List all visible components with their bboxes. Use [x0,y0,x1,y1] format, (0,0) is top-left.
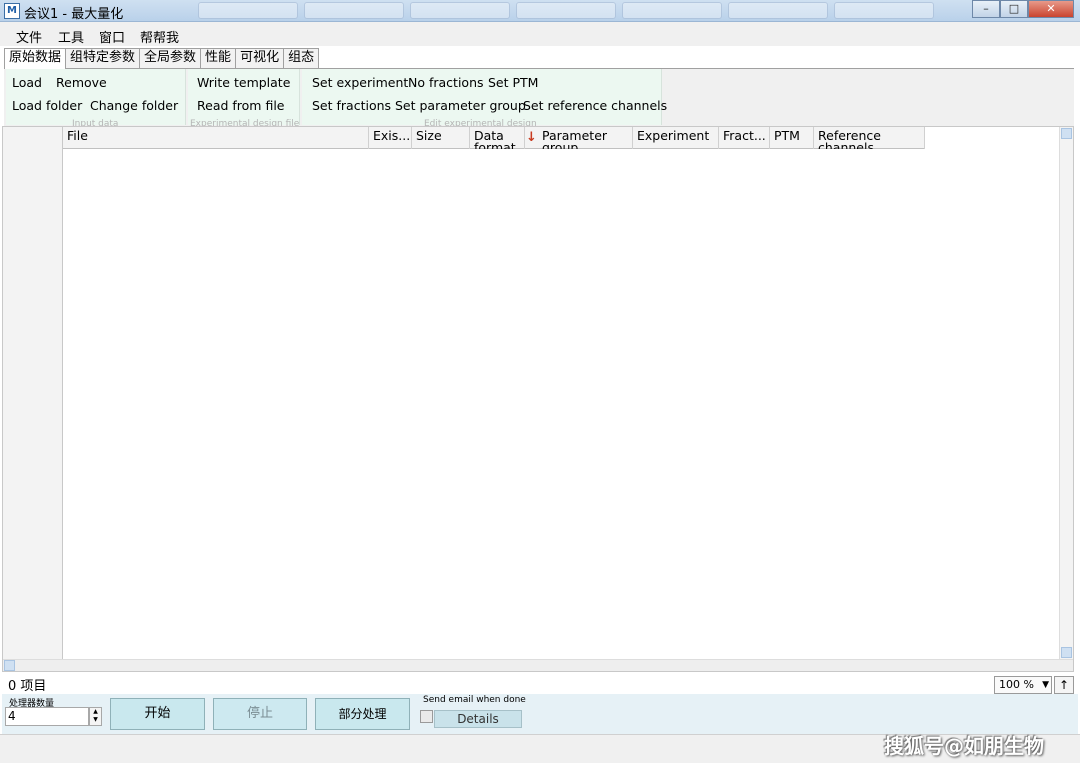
horizontal-scrollbar[interactable] [3,659,1073,671]
chevron-down-icon: ▼ [1042,680,1049,690]
set-fractions-button[interactable]: Set fractions [312,98,391,113]
background-taskbar-item [198,2,298,19]
background-taskbar-item [410,2,510,19]
scroll-down-icon[interactable] [1061,647,1072,658]
tab-raw-data[interactable]: 原始数据 [4,48,67,69]
column-header-data-format[interactable]: Data format [470,127,525,149]
partial-processing-button[interactable]: 部分处理 [315,698,410,730]
column-header-size[interactable]: Size [412,127,470,149]
tab-visualization[interactable]: 可视化 [235,48,285,68]
window-title: 会议1 - 最大量化 [24,7,124,22]
processor-count-stepper[interactable]: ▲ ▼ [89,707,102,726]
start-button[interactable]: 开始 [110,698,205,730]
send-email-label: Send email when done [423,695,526,705]
ribbon-group-edit-design: Set experiment No fractions Set PTM Set … [302,69,667,127]
load-folder-button[interactable]: Load folder [12,98,82,113]
vertical-scrollbar[interactable] [1059,127,1073,660]
change-folder-button[interactable]: Change folder [90,98,178,113]
minimize-button[interactable]: – [972,0,1000,18]
column-header-file[interactable]: File [63,127,369,149]
sort-arrow-icon: ↓ [526,130,537,145]
send-email-checkbox[interactable] [420,710,433,723]
load-button[interactable]: Load [12,75,42,90]
tab-group-specific-parameters[interactable]: 组特定参数 [65,48,141,68]
column-header-experiment[interactable]: Experiment [633,127,719,149]
processor-count-input[interactable]: 4 [5,707,89,726]
background-taskbar-item [304,2,404,19]
menu-file[interactable]: 文件 [16,27,42,46]
ribbon: Load Remove Load folder Change folder In… [4,68,1074,127]
no-fractions-button[interactable]: No fractions [408,75,484,90]
arrow-up-icon[interactable]: ↑ [1054,676,1074,694]
table-header: File Exis... Size Data format ↓ Paramete… [63,127,925,149]
column-header-exists[interactable]: Exis... [369,127,412,149]
close-button[interactable]: ✕ [1028,0,1074,18]
item-count: 0 项目 [8,679,47,694]
write-template-button[interactable]: Write template [197,75,290,90]
menu-tools[interactable]: 工具 [58,27,84,46]
set-parameter-group-button[interactable]: Set parameter group [395,98,526,113]
menu-help[interactable]: 帮帮我 [140,27,179,46]
ribbon-group-input-data: Load Remove Load folder Change folder In… [6,69,186,127]
app-icon: M [4,3,20,19]
background-taskbar-item [834,2,934,19]
watermark: 搜狐号@如朋生物 [884,734,1044,758]
tab-configuration[interactable]: 组态 [283,48,320,68]
set-reference-channels-button[interactable]: Set reference channels [523,98,667,113]
column-header-parameter-group[interactable]: Parameter group [538,127,633,149]
set-ptm-button[interactable]: Set PTM [488,75,538,90]
menu-window[interactable]: 窗口 [99,27,125,46]
column-header-reference-channels[interactable]: Reference channels [814,127,925,149]
tab-global-parameters[interactable]: 全局参数 [139,48,202,68]
row-header-column [3,127,63,660]
background-taskbar-item [516,2,616,19]
zoom-value: 100 % [999,678,1034,691]
tab-strip: 原始数据 组特定参数 全局参数 性能 可视化 组态 [4,48,320,69]
maximize-button[interactable]: □ [1000,0,1028,18]
title-bar: M 会议1 - 最大量化 – □ ✕ [0,0,1080,22]
column-header-fraction[interactable]: Fract... [719,127,770,149]
background-taskbar-item [728,2,828,19]
background-taskbar-item [622,2,722,19]
read-from-file-button[interactable]: Read from file [197,98,284,113]
zoom-select[interactable]: 100 % ▼ [994,676,1052,694]
tab-performance[interactable]: 性能 [200,48,237,68]
column-header-ptm[interactable]: PTM [770,127,814,149]
details-button[interactable]: Details [434,710,522,728]
set-experiment-button[interactable]: Set experiment [312,75,408,90]
raw-files-table[interactable]: File Exis... Size Data format ↓ Paramete… [2,126,1074,672]
ribbon-group-design-file: Write template Read from file Experiment… [188,69,300,127]
scroll-left-icon[interactable] [4,660,15,671]
stop-button[interactable]: 停止 [213,698,307,730]
scroll-up-icon[interactable] [1061,128,1072,139]
remove-button[interactable]: Remove [56,75,107,90]
menu-bar: 文件 工具 窗口 帮帮我 [0,22,1080,46]
